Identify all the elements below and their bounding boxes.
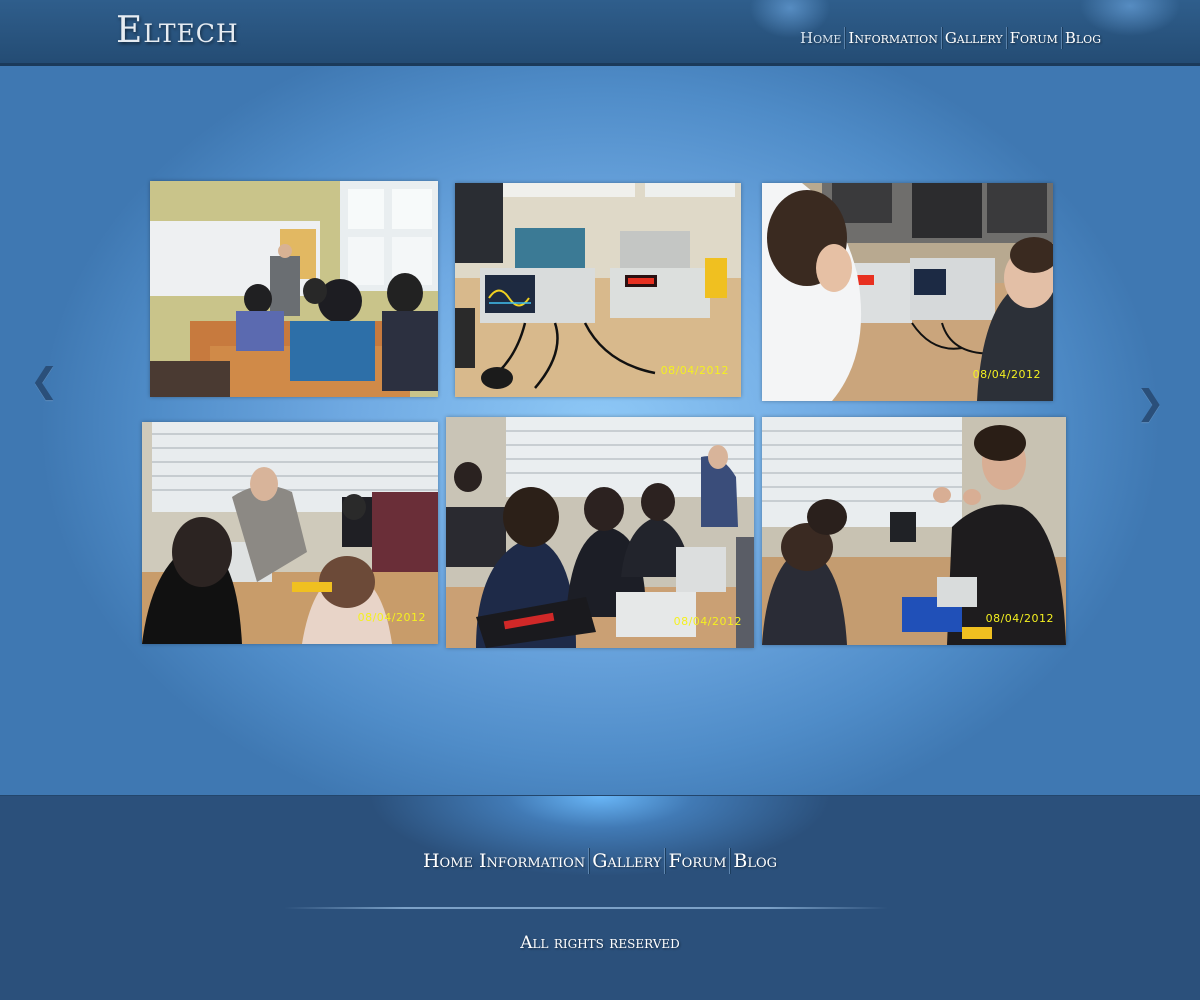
gallery-photo-lab-oscilloscope[interactable]: 08/04/2012 [455,183,741,397]
copyright-text: All rights reserved [520,933,680,953]
photo-date-stamp: 08/04/2012 [985,612,1054,625]
gallery-photo-classroom-lecture[interactable] [150,181,438,397]
nav-home[interactable]: Home [797,29,844,47]
site-header: Eltech Home Information Gallery Forum Bl… [0,0,1200,66]
footer-divider [284,907,888,909]
photo-image [762,417,1066,645]
footer-nav-forum[interactable]: Forum [665,850,729,872]
photo-image [446,417,754,648]
main-nav: Home Information Gallery Forum Blog [797,27,1104,49]
nav-information[interactable]: Information [845,29,940,47]
site-footer: Home Information Gallery Forum Blog All … [0,795,1200,1000]
chevron-left-icon[interactable]: ❮ [30,364,59,398]
nav-gallery[interactable]: Gallery [942,29,1006,47]
gallery-photo-teacher-explaining[interactable]: 08/04/2012 [762,417,1066,645]
footer-nav: Home Information Gallery Forum Blog [0,848,1200,874]
footer-nav-home[interactable]: Home [420,850,476,872]
footer-nav-gallery[interactable]: Gallery [589,850,664,872]
photo-date-stamp: 08/04/2012 [357,611,426,624]
site-logo[interactable]: Eltech [116,10,239,51]
gallery-photo-students-with-power-supplies[interactable]: 08/04/2012 [446,417,754,648]
photo-date-stamp: 08/04/2012 [660,364,729,377]
footer-nav-blog[interactable]: Blog [730,850,780,872]
nav-forum[interactable]: Forum [1007,29,1061,47]
photo-date-stamp: 08/04/2012 [673,615,742,628]
gallery-area: ❮ ❯ 08/04/2012 08/04/2012 08/04/2012 08/… [0,66,1200,795]
gallery-photo-teacher-helping-students[interactable]: 08/04/2012 [142,422,438,644]
chevron-right-icon[interactable]: ❯ [1136,386,1165,420]
photo-date-stamp: 08/04/2012 [972,368,1041,381]
nav-blog[interactable]: Blog [1062,29,1104,47]
gallery-photo-students-at-instruments[interactable]: 08/04/2012 [762,183,1053,401]
photo-image [150,181,438,397]
footer-nav-information[interactable]: Information [476,850,588,872]
